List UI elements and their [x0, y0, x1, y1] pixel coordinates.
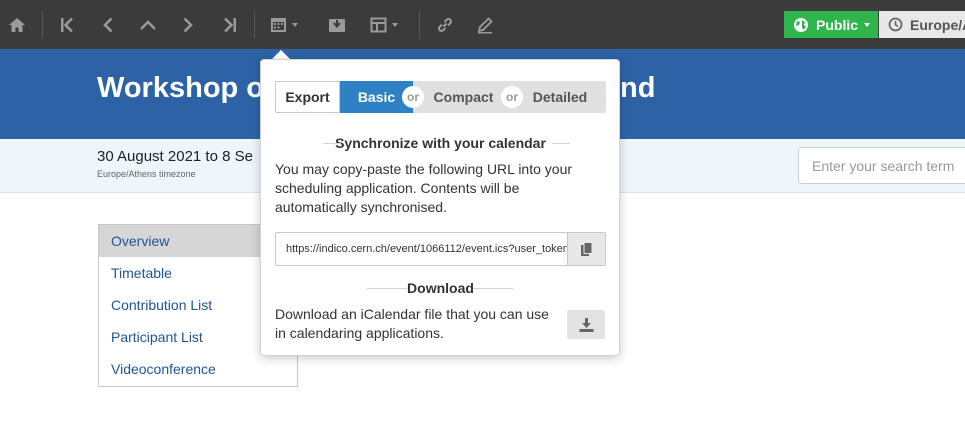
chevron-down-icon: [292, 22, 298, 27]
link-icon: [438, 17, 452, 32]
sync-title: Synchronize with your calendar: [335, 135, 546, 151]
chevron-right-icon: [183, 17, 193, 32]
copy-icon: [581, 241, 593, 256]
first-event-button[interactable]: [54, 0, 80, 49]
chevron-down-icon: [392, 22, 398, 27]
option-compact[interactable]: Compact: [415, 81, 512, 113]
toolbar-separator: [254, 10, 255, 39]
page: Public Europe/Athens Workshop on nd 30 A…: [0, 0, 965, 423]
export-popup: Export Basic Compact Detailed or or Sync…: [260, 59, 620, 356]
sync-section-title: Synchronize with your calendar: [275, 135, 606, 151]
copy-url-button[interactable]: [567, 233, 605, 265]
last-icon: [224, 17, 236, 32]
chevron-down-icon: [864, 22, 871, 27]
ics-url-field: [275, 232, 606, 266]
export-format-selector: Export Basic Compact Detailed or or: [275, 81, 606, 113]
layout-button[interactable]: [364, 0, 404, 49]
chevron-up-icon: [140, 19, 156, 30]
first-icon: [61, 17, 73, 32]
home-button[interactable]: [4, 0, 30, 49]
toolbar-separator: [419, 10, 420, 39]
archive-icon: [329, 18, 345, 32]
download-description: Download an iCalendar file that you can …: [275, 306, 549, 341]
layout-icon: [370, 17, 387, 32]
archive-button[interactable]: [324, 0, 350, 49]
timezone-label: Europe/Athens: [910, 16, 965, 33]
or-divider: or: [402, 86, 424, 108]
event-timezone: Europe/Athens timezone: [97, 169, 196, 179]
download-title: Download: [407, 280, 474, 296]
chevron-left-icon: [103, 17, 113, 32]
edit-icon: [477, 16, 493, 33]
up-category-button[interactable]: [135, 0, 161, 49]
copy-link-button[interactable]: [432, 0, 458, 49]
download-section-title: Download: [275, 280, 606, 296]
protection-button[interactable]: Public: [784, 11, 878, 38]
or-divider: or: [501, 86, 523, 108]
edit-button[interactable]: [472, 0, 498, 49]
divider-line: [367, 288, 407, 289]
option-detailed[interactable]: Detailed: [514, 81, 606, 113]
timezone-button[interactable]: Europe/Athens: [879, 11, 965, 38]
popup-arrow: [272, 50, 290, 59]
previous-event-button[interactable]: [95, 0, 121, 49]
calendar-icon: [271, 18, 286, 32]
last-event-button[interactable]: [217, 0, 243, 49]
clock-icon: [888, 17, 903, 32]
download-icon: [579, 317, 593, 332]
export-label: Export: [275, 81, 340, 113]
sync-description: You may copy-paste the following URL int…: [275, 161, 573, 215]
next-event-button[interactable]: [175, 0, 201, 49]
menu-item-videoconference[interactable]: Videoconference: [99, 353, 297, 385]
toolbar-separator: [42, 10, 43, 39]
event-toolbar: Public Europe/Athens: [0, 0, 965, 49]
export-calendar-button[interactable]: [264, 0, 304, 49]
divider-line: [323, 143, 341, 144]
protection-label: Public: [816, 16, 859, 33]
home-icon: [9, 17, 25, 32]
globe-icon: [794, 17, 808, 32]
download-ics-button[interactable]: [567, 310, 605, 339]
event-title: Workshop on: [97, 72, 282, 104]
event-dates: 30 August 2021 to 8 Se: [97, 148, 253, 165]
divider-line: [552, 143, 570, 144]
event-title-tail: nd: [620, 72, 656, 104]
divider-line: [473, 288, 513, 289]
ics-url-input[interactable]: [276, 233, 567, 265]
search-input[interactable]: [798, 147, 965, 184]
